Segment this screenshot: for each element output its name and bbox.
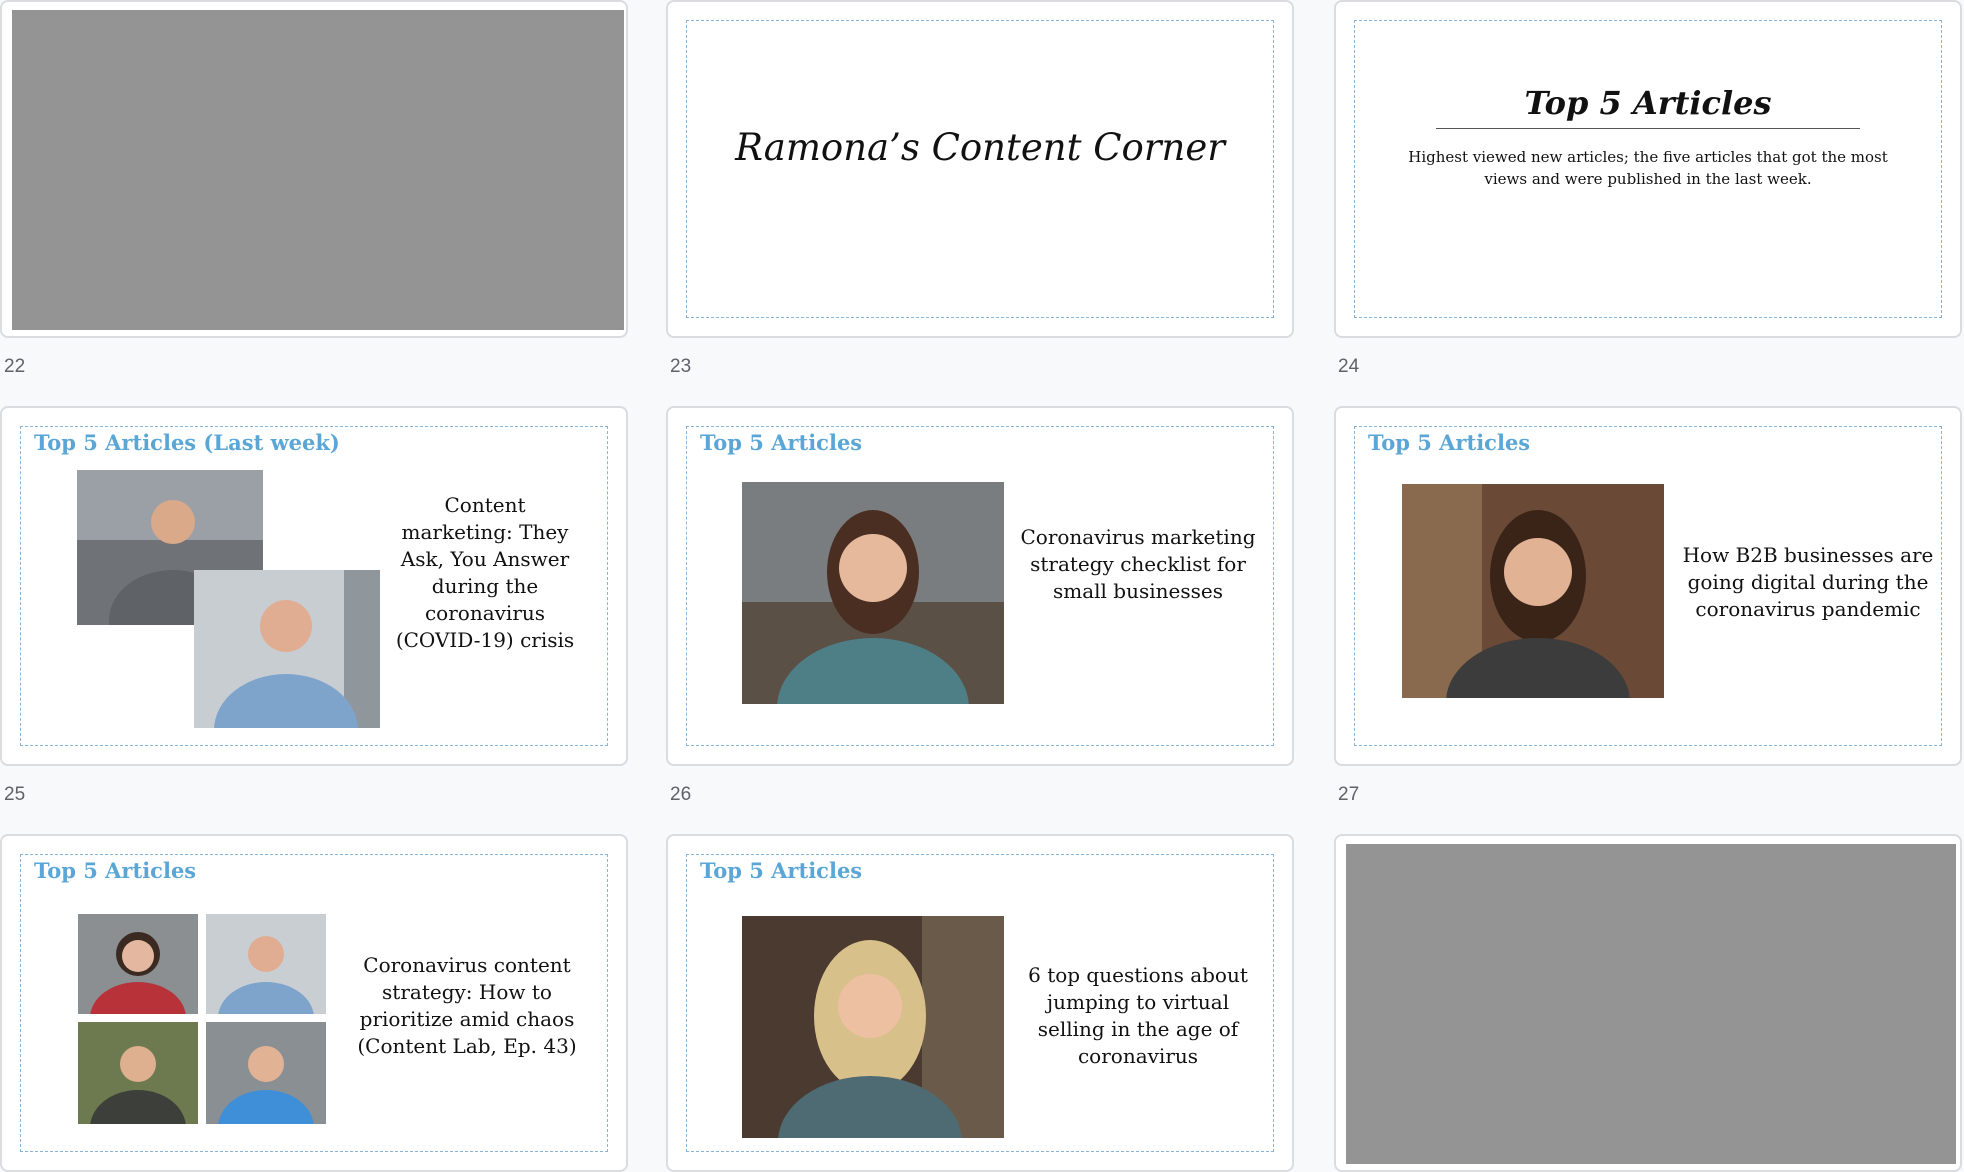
slide-thumbnail-26[interactable]: Top 5 Articles Coronavirus marketing str…	[666, 406, 1294, 766]
placeholder-image	[1346, 844, 1956, 1164]
slide-frame	[686, 20, 1274, 318]
slide-title: Top 5 Articles (Last week)	[34, 430, 340, 455]
slide-title: Top 5 Articles	[34, 858, 197, 883]
placeholder-image	[12, 10, 624, 330]
person-photo	[194, 570, 380, 728]
article-title: How B2B businesses are going digital dur…	[1682, 543, 1934, 621]
slide-number: 25	[4, 784, 26, 805]
article-title: Coronavirus content strategy: How to pri…	[357, 953, 577, 1058]
article-title: Coronavirus marketing strategy checklist…	[1020, 525, 1256, 603]
person-photo	[78, 914, 198, 1014]
slide-thumbnail-27[interactable]: Top 5 Articles How B2B businesses are go…	[1334, 406, 1962, 766]
slide-title: Ramona’s Content Corner	[735, 126, 1225, 169]
slide-title: Top 5 Articles	[700, 858, 863, 883]
title-underline	[1436, 128, 1860, 129]
slide-thumbnail-23[interactable]: Ramona’s Content Corner	[666, 0, 1294, 338]
person-photo	[742, 482, 1004, 704]
person-photo	[206, 1022, 326, 1124]
slide-number: 23	[670, 356, 692, 377]
person-photo	[206, 914, 326, 1014]
person-photo	[742, 916, 1004, 1138]
slide-thumbnail-28[interactable]: Top 5 Articles Coronavirus content strat…	[0, 834, 628, 1172]
slide-thumbnail-24[interactable]: Top 5 Articles Highest viewed new articl…	[1334, 0, 1962, 338]
article-title: Content marketing: They Ask, You Answer …	[395, 493, 575, 652]
slide-thumbnail-25[interactable]: Top 5 Articles (Last week) Content marke…	[0, 406, 628, 766]
slide-number: 26	[670, 784, 692, 805]
article-title: 6 top questions about jumping to virtual…	[1028, 963, 1248, 1068]
slide-number: 24	[1338, 356, 1360, 377]
person-photo	[78, 1022, 198, 1124]
slide-thumbnail-30[interactable]	[1334, 834, 1962, 1172]
slide-subtitle: Highest viewed new articles; the five ar…	[1408, 148, 1888, 188]
slide-title: Top 5 Articles	[700, 430, 863, 455]
slide-title: Top 5 Articles	[1524, 84, 1772, 122]
slide-number: 27	[1338, 784, 1360, 805]
slide-title: Top 5 Articles	[1368, 430, 1531, 455]
slide-number: 22	[4, 356, 26, 377]
slide-thumbnail-29[interactable]: Top 5 Articles 6 top questions about jum…	[666, 834, 1294, 1172]
slide-thumbnail-22[interactable]	[0, 0, 628, 338]
person-photo	[1402, 484, 1664, 698]
